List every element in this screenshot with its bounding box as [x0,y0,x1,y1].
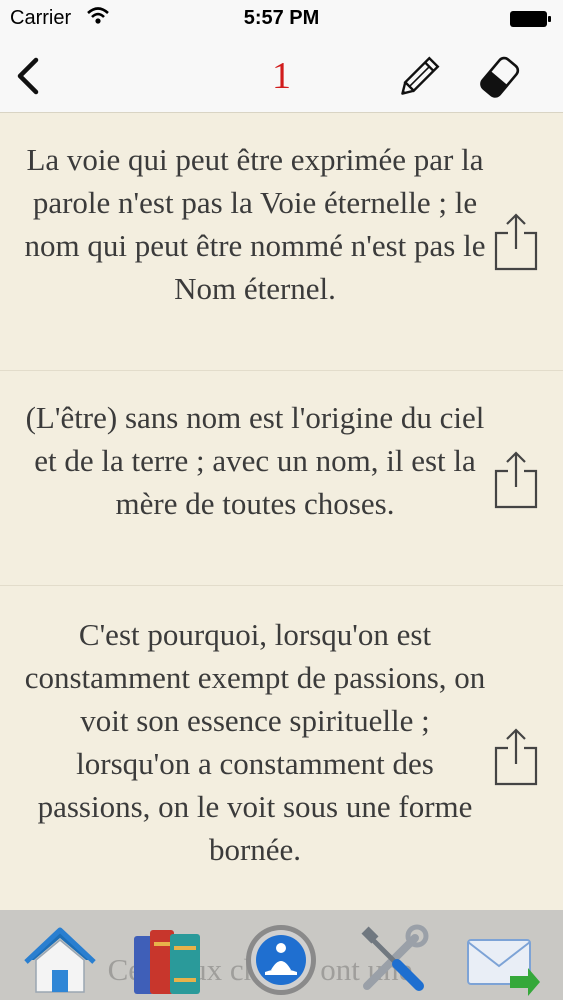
tools-icon[interactable] [355,922,431,998]
books-icon[interactable] [130,922,206,998]
share-icon[interactable] [492,449,540,509]
status-bar: Carrier 5:57 PM [0,0,563,40]
verse-paragraph[interactable]: C'est pourquoi, lorsqu'on est constammen… [0,586,563,910]
meditation-icon[interactable] [243,922,319,998]
home-icon[interactable] [22,922,98,998]
pencil-icon[interactable] [394,54,442,102]
status-time: 5:57 PM [243,7,320,29]
verse-list[interactable]: La voie qui peut être exprimée par la pa… [0,113,563,910]
mail-icon[interactable] [466,922,542,998]
verse-paragraph[interactable]: La voie qui peut être exprimée par la pa… [0,113,563,371]
verse-text: (L'être) sans nom est l'origine du ciel … [25,400,485,521]
nav-bar: 1 [0,40,563,113]
share-icon[interactable] [492,726,540,786]
verse-text: La voie qui peut être exprimée par la pa… [24,142,486,306]
eraser-icon[interactable] [478,56,520,100]
tab-bar: Ces deux choses ont une [0,910,563,1000]
share-icon[interactable] [492,211,540,271]
verse-text: C'est pourquoi, lorsqu'on est constammen… [24,617,486,867]
battery-icon [510,11,551,27]
verse-paragraph[interactable]: (L'être) sans nom est l'origine du ciel … [0,371,563,586]
